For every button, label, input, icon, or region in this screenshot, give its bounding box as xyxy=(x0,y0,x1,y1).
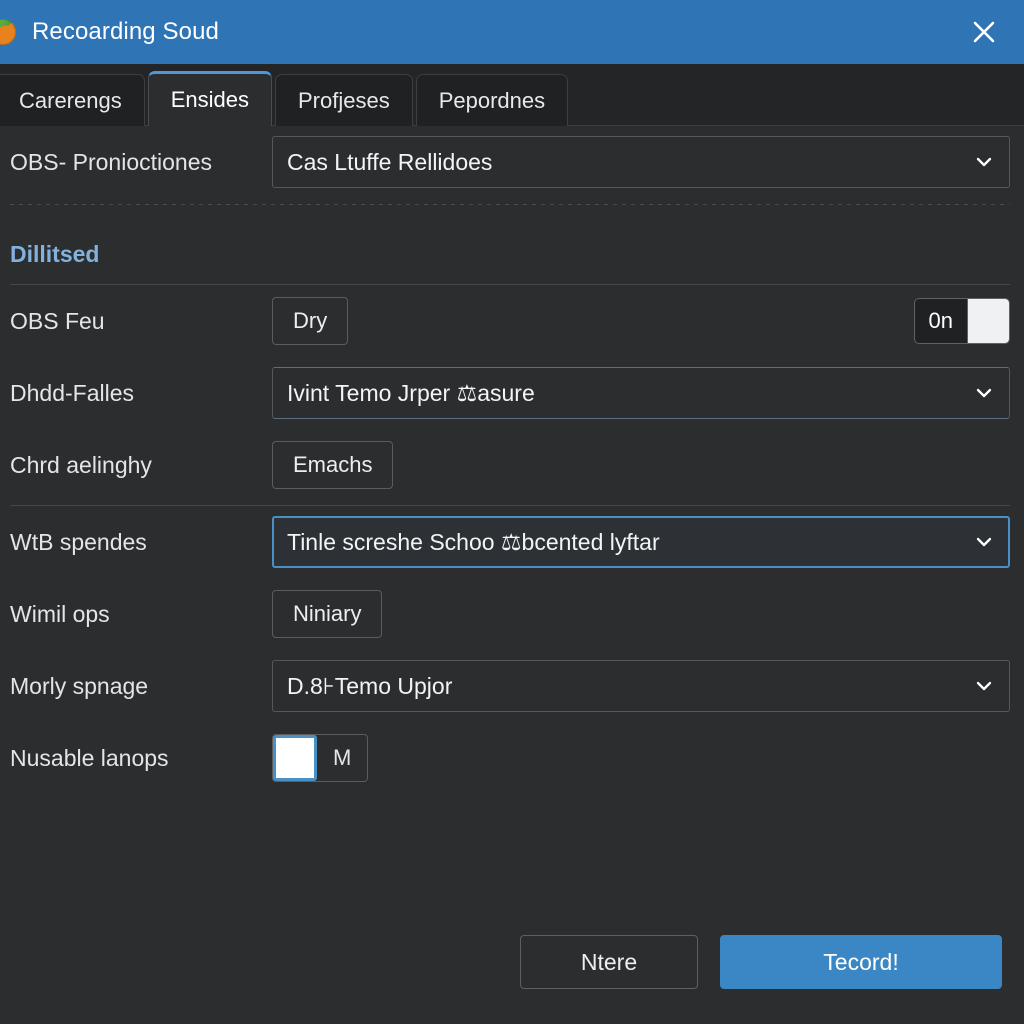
chevron-down-icon xyxy=(973,151,995,173)
emachs-button[interactable]: Emachs xyxy=(272,441,394,489)
row-label: Nusable lanops xyxy=(10,744,169,771)
section-header-dillitsed: Dillitsed xyxy=(10,241,100,267)
row-control: D.8⊦Temo Upjor xyxy=(272,660,1010,712)
row-control: Emachs xyxy=(272,441,1010,489)
row-nusable-lanops: Nusable lanops M xyxy=(10,722,1010,794)
dhdd-falles-dropdown[interactable]: Ivint Temo Jrper ⚖asure xyxy=(272,367,1010,419)
row-obs-feu: OBS Feu Dry 0n xyxy=(10,285,1010,357)
dialog-footer: Ntere Tecord! xyxy=(0,916,1024,1024)
dropdown-value: Ivint Temo Jrper ⚖asure xyxy=(287,379,535,406)
tab-label: Ensides xyxy=(170,87,249,112)
checkbox-label: M xyxy=(333,745,352,770)
title-bar: Recoarding Soud xyxy=(0,0,1024,64)
row-obs-pronioctiones: OBS- Pronioctiones Cas Ltuffe Rellidoes xyxy=(10,126,1010,198)
cancel-button[interactable]: Ntere xyxy=(520,935,698,989)
row-wtb-spendes: WtB spendes Tinle screshe Schoo ⚖bcented… xyxy=(10,506,1010,578)
tab-label: Profjeses xyxy=(298,87,390,113)
chevron-down-icon xyxy=(973,382,995,404)
close-icon[interactable] xyxy=(964,12,1004,52)
tab-bar: Carerengs Ensides Profjeses Pepordnes xyxy=(0,64,1024,126)
row-control: Ivint Temo Jrper ⚖asure xyxy=(272,367,1010,419)
row-control: Tinle screshe Schoo ⚖bcented lyftar xyxy=(272,516,1010,568)
tab-profjeses[interactable]: Profjeses xyxy=(275,74,413,126)
niniary-button[interactable]: Niniary xyxy=(272,590,383,638)
morly-spnage-dropdown[interactable]: D.8⊦Temo Upjor xyxy=(272,660,1010,712)
dropdown-value: Cas Ltuffe Rellidoes xyxy=(287,148,493,175)
tab-label: Carerengs xyxy=(19,87,122,113)
row-control: Cas Ltuffe Rellidoes xyxy=(272,136,1010,188)
row-label: WtB spendes xyxy=(10,528,147,555)
dry-button[interactable]: Dry xyxy=(272,297,349,345)
dropdown-value: Tinle screshe Schoo ⚖bcented lyftar xyxy=(287,528,660,555)
row-control: Niniary xyxy=(272,590,1010,638)
row-label: OBS- Pronioctiones xyxy=(10,148,212,175)
wtb-spendes-dropdown[interactable]: Tinle screshe Schoo ⚖bcented lyftar xyxy=(272,516,1010,568)
tab-pepordnes[interactable]: Pepordnes xyxy=(415,74,569,126)
app-logo-icon xyxy=(0,19,16,45)
row-label: Morly spnage xyxy=(10,672,149,699)
row-label: OBS Feu xyxy=(10,307,105,334)
row-label: Chrd aelinghy xyxy=(10,451,152,478)
tab-ensides[interactable]: Ensides xyxy=(147,71,272,126)
toggle-knob[interactable] xyxy=(967,299,1009,343)
record-button[interactable]: Tecord! xyxy=(720,935,1002,989)
obs-pronioctiones-dropdown[interactable]: Cas Ltuffe Rellidoes xyxy=(272,136,1010,188)
row-label: Wimil ops xyxy=(10,600,110,627)
settings-content: OBS- Pronioctiones Cas Ltuffe Rellidoes … xyxy=(0,126,1024,916)
obs-feu-toggle[interactable]: 0n xyxy=(913,298,1010,344)
row-control: M xyxy=(272,734,1010,782)
row-label: Dhdd-Falles xyxy=(10,379,134,406)
row-dhdd-falles: Dhdd-Falles Ivint Temo Jrper ⚖asure xyxy=(10,357,1010,429)
nusable-lanops-checkbox[interactable]: M xyxy=(272,734,369,782)
window-title: Recoarding Soud xyxy=(32,18,219,45)
row-wimil-ops: Wimil ops Niniary xyxy=(10,578,1010,650)
recording-sound-dialog: Recoarding Soud Carerengs Ensides Profje… xyxy=(0,0,1024,1024)
row-control: Dry 0n xyxy=(272,297,1010,345)
chevron-down-icon xyxy=(973,531,995,553)
checkbox-box[interactable] xyxy=(273,735,317,781)
dotted-separator xyxy=(10,204,1010,205)
row-chrd-aelinghy: Chrd aelinghy Emachs xyxy=(10,429,1010,501)
chevron-down-icon xyxy=(973,675,995,697)
toggle-state-label: 0n xyxy=(928,308,953,333)
tab-label: Pepordnes xyxy=(438,87,546,113)
row-morly-spnage: Morly spnage D.8⊦Temo Upjor xyxy=(10,650,1010,722)
tab-carerengs[interactable]: Carerengs xyxy=(0,74,145,126)
dropdown-value: D.8⊦Temo Upjor xyxy=(287,672,453,699)
